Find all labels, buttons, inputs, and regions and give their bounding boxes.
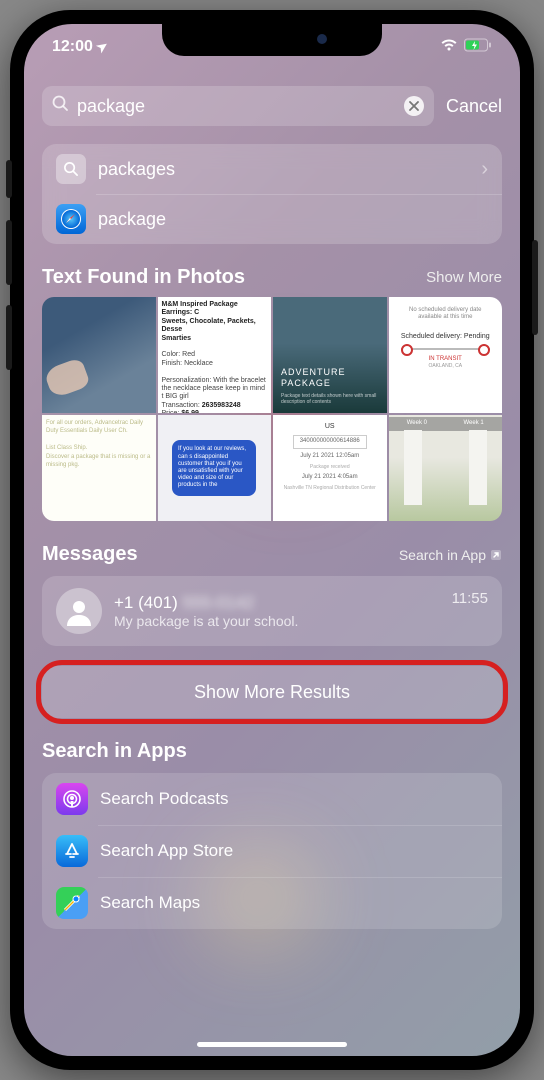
- photo-thumbnail[interactable]: US 340000000000614886 July 21 2021 12:05…: [273, 415, 387, 521]
- silence-switch: [6, 160, 12, 198]
- photo-thumbnail[interactable]: ADVENTURE PACKAGE Package text details s…: [273, 297, 387, 413]
- section-title: Search in Apps: [42, 740, 187, 763]
- search-in-apps-card: Search Podcasts Search App Store Search …: [42, 773, 502, 929]
- app-row-label: Search Podcasts: [100, 789, 229, 809]
- photos-section-header: Text Found in Photos Show More: [42, 266, 502, 289]
- suggestion-label: packages: [98, 159, 175, 180]
- section-title: Messages: [42, 543, 138, 566]
- suggestion-safari-package[interactable]: package: [42, 194, 502, 244]
- chevron-right-icon: ›: [481, 158, 488, 181]
- phone-frame: 12:00 ➤: [10, 10, 534, 1070]
- avatar: [56, 588, 102, 634]
- screen: 12:00 ➤: [24, 24, 520, 1056]
- maps-icon: [56, 887, 88, 919]
- volume-down-button: [6, 305, 12, 370]
- arrow-out-icon: [490, 549, 502, 561]
- message-preview: My package is at your school.: [114, 613, 440, 629]
- wifi-icon: [440, 38, 458, 57]
- photo-thumbnail[interactable]: If you look at our reviews, can s disapp…: [158, 415, 272, 521]
- search-in-app-button[interactable]: Search in App: [399, 547, 502, 563]
- photos-grid: M&M Inspired Package Earrings: C Sweets,…: [42, 297, 502, 521]
- search-maps-row[interactable]: Search Maps: [42, 877, 502, 929]
- apps-section-header: Search in Apps: [42, 740, 502, 763]
- messages-section-header: Messages Search in App: [42, 543, 502, 566]
- search-appstore-row[interactable]: Search App Store: [42, 825, 502, 877]
- photo-thumbnail[interactable]: No scheduled delivery date available at …: [389, 297, 503, 413]
- clear-search-button[interactable]: [404, 96, 424, 116]
- safari-icon: [56, 204, 86, 234]
- search-input[interactable]: [77, 96, 396, 117]
- photo-thumbnail[interactable]: Week 0Week 1: [389, 415, 503, 521]
- photo-thumbnail[interactable]: For all our orders, Advancetrac Daily Du…: [42, 415, 156, 521]
- power-button: [532, 240, 538, 335]
- volume-up-button: [6, 220, 12, 285]
- message-time: 11:55: [452, 590, 488, 607]
- location-services-icon: ➤: [93, 37, 111, 56]
- search-icon: [52, 95, 69, 117]
- app-row-label: Search App Store: [100, 841, 233, 861]
- photo-thumbnail[interactable]: [42, 297, 156, 413]
- app-row-label: Search Maps: [100, 893, 200, 913]
- suggestion-label: package: [98, 209, 166, 230]
- suggestion-packages[interactable]: packages ›: [42, 144, 502, 194]
- notch: [162, 24, 382, 56]
- appstore-icon: [56, 835, 88, 867]
- message-result[interactable]: +1 (401) 555-0142 My package is at your …: [42, 576, 502, 646]
- section-title: Text Found in Photos: [42, 266, 245, 289]
- message-sender: +1 (401) 555-0142: [114, 593, 440, 613]
- home-indicator[interactable]: [197, 1042, 347, 1047]
- show-more-results-button[interactable]: Show More Results: [42, 666, 502, 718]
- photo-thumbnail[interactable]: M&M Inspired Package Earrings: C Sweets,…: [158, 297, 272, 413]
- podcasts-icon: [56, 783, 88, 815]
- suggestions-card: packages › package: [42, 144, 502, 244]
- cancel-button[interactable]: Cancel: [446, 96, 502, 117]
- search-icon: [56, 154, 86, 184]
- search-podcasts-row[interactable]: Search Podcasts: [42, 773, 502, 825]
- status-time: 12:00: [52, 38, 93, 56]
- battery-icon: [464, 38, 492, 57]
- spotlight-search-bar[interactable]: [42, 86, 434, 126]
- show-more-button[interactable]: Show More: [426, 269, 502, 286]
